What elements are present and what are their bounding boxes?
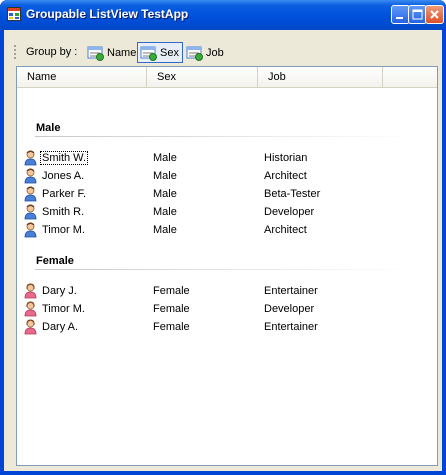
item-job: Architect bbox=[264, 224, 307, 236]
item-name: Parker F. bbox=[42, 188, 87, 200]
item-name: Dary A. bbox=[42, 321, 79, 333]
group-by-sex-button[interactable]: Sex bbox=[137, 42, 183, 63]
female-user-icon bbox=[24, 301, 37, 317]
male-user-icon bbox=[24, 186, 37, 202]
app-window-icon bbox=[7, 7, 21, 21]
item-job: Developer bbox=[264, 303, 315, 315]
group-by-name-label: Name bbox=[107, 46, 137, 59]
item-name: Dary J. bbox=[42, 285, 77, 297]
item-job: Entertainer bbox=[264, 321, 318, 333]
window-frame-bottom bbox=[0, 471, 446, 475]
item-name: Jones A. bbox=[42, 170, 85, 182]
close-icon bbox=[430, 10, 439, 19]
item-name: Smith R. bbox=[42, 206, 85, 218]
item-name: Timor M. bbox=[42, 303, 85, 315]
title-bar[interactable]: Groupable ListView TestApp bbox=[0, 0, 446, 30]
column-header-name[interactable]: Name bbox=[17, 67, 147, 87]
item-job: Architect bbox=[264, 170, 307, 182]
group-by-name-button[interactable]: Name bbox=[84, 42, 140, 63]
list-item[interactable]: Smith W. Male Historian bbox=[17, 149, 437, 167]
minimize-icon bbox=[396, 17, 403, 19]
item-sex: Female bbox=[153, 285, 190, 297]
male-user-icon bbox=[24, 222, 37, 238]
close-button[interactable] bbox=[425, 5, 444, 24]
app-window: Groupable ListView TestApp Group by : Na… bbox=[0, 0, 446, 475]
item-job: Historian bbox=[264, 152, 308, 164]
item-sex: Male bbox=[153, 188, 177, 200]
female-user-icon bbox=[24, 283, 37, 299]
item-sex: Male bbox=[153, 152, 177, 164]
client-area: Group by : Name Sex Job Name Sex Job Mal… bbox=[4, 30, 442, 471]
item-sex: Male bbox=[153, 224, 177, 236]
maximize-icon bbox=[412, 9, 423, 20]
male-user-icon bbox=[24, 204, 37, 220]
group-divider bbox=[35, 269, 415, 270]
list-item[interactable]: Smith R. Male Developer bbox=[17, 203, 437, 221]
list-item[interactable]: Dary A. Female Entertainer bbox=[17, 318, 437, 336]
column-header-sex[interactable]: Sex bbox=[147, 67, 258, 87]
list-item[interactable]: Parker F. Male Beta-Tester bbox=[17, 185, 437, 203]
male-user-icon bbox=[24, 150, 37, 166]
group-by-toolbar: Group by : Name Sex Job bbox=[12, 40, 440, 65]
item-sex: Female bbox=[153, 303, 190, 315]
group-view-icon bbox=[140, 46, 157, 61]
column-header-filler bbox=[383, 67, 437, 87]
item-sex: Male bbox=[153, 170, 177, 182]
group-by-job-label: Job bbox=[206, 46, 224, 59]
item-job: Beta-Tester bbox=[264, 188, 321, 200]
list-item[interactable]: Timor M. Male Architect bbox=[17, 221, 437, 239]
group-header-female[interactable]: Female bbox=[36, 255, 74, 267]
group-divider bbox=[35, 136, 415, 137]
list-item[interactable]: Dary J. Female Entertainer bbox=[17, 282, 437, 300]
group-by-job-button[interactable]: Job bbox=[183, 42, 228, 63]
item-job: Developer bbox=[264, 206, 315, 218]
list-item[interactable]: Timor M. Female Developer bbox=[17, 300, 437, 318]
group-view-icon bbox=[186, 46, 203, 61]
female-user-icon bbox=[24, 319, 37, 335]
grouped-list-view[interactable]: Name Sex Job Male Smith W. Male Historia… bbox=[16, 66, 438, 466]
item-job: Entertainer bbox=[264, 285, 318, 297]
toolbar-grip[interactable] bbox=[14, 45, 16, 60]
item-sex: Male bbox=[153, 206, 177, 218]
column-header-job[interactable]: Job bbox=[258, 67, 383, 87]
window-title: Groupable ListView TestApp bbox=[26, 7, 189, 21]
group-view-icon bbox=[87, 46, 104, 61]
item-name: Smith W. bbox=[40, 151, 89, 165]
list-item[interactable]: Jones A. Male Architect bbox=[17, 167, 437, 185]
column-header: Name Sex Job bbox=[17, 67, 437, 88]
item-sex: Female bbox=[153, 321, 190, 333]
item-name: Timor M. bbox=[42, 224, 85, 236]
group-by-sex-label: Sex bbox=[160, 46, 179, 59]
male-user-icon bbox=[24, 168, 37, 184]
group-header-male[interactable]: Male bbox=[36, 122, 60, 134]
window-frame-right bbox=[442, 30, 446, 475]
group-by-label: Group by : bbox=[26, 46, 78, 58]
